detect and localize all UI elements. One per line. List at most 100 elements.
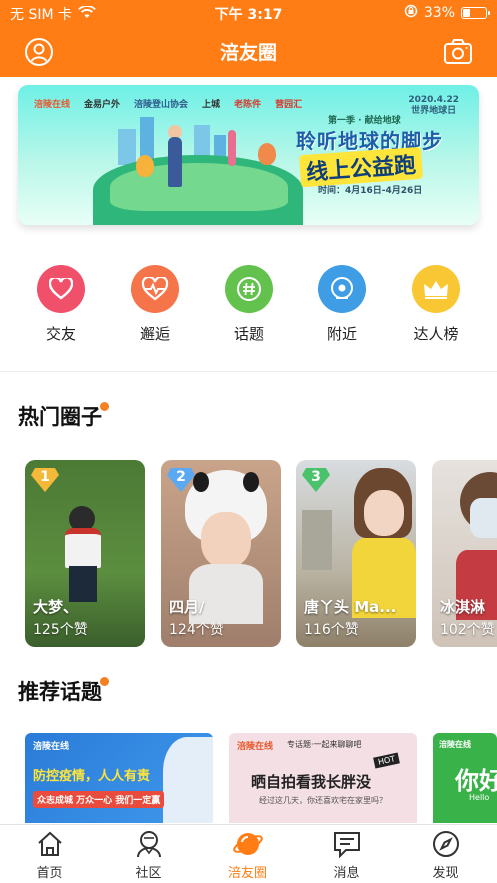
banner-date-line: 2020.4.22 bbox=[408, 95, 459, 105]
banner-date: 2020.4.22 世界地球日 bbox=[408, 95, 459, 117]
new-dot bbox=[98, 400, 111, 413]
tab-bar: 首页 社区 涪友圈 消息 发现 bbox=[0, 824, 497, 883]
rank-badge: 1 bbox=[29, 464, 61, 494]
category-label: 达人榜 bbox=[413, 325, 459, 343]
topic-card[interactable]: 涪陵在线 防控疫情，人人有责 众志成城 万众一心 我们一定赢 bbox=[25, 733, 213, 823]
sponsor-logo: 涪陵在线 bbox=[34, 100, 71, 110]
circle-likes: 125个赞 bbox=[33, 622, 88, 638]
section-divider bbox=[0, 371, 497, 372]
rotation-lock-icon bbox=[404, 4, 418, 22]
circle-card[interactable]: 3 唐丫头 Ma... 116个赞 bbox=[296, 460, 416, 647]
circle-likes: 124个赞 bbox=[169, 622, 224, 638]
circle-name: 四月/ bbox=[169, 598, 205, 616]
topic-headline: 你好 bbox=[455, 767, 497, 795]
topic-brand: 涪陵在线 bbox=[33, 742, 70, 752]
category-label: 邂逅 bbox=[139, 325, 170, 343]
circle-name: 冰淇淋 bbox=[440, 598, 486, 616]
tab-label: 发现 bbox=[432, 866, 459, 881]
category-huati[interactable]: 话题 bbox=[202, 265, 296, 344]
circle-likes: 116个赞 bbox=[304, 622, 359, 638]
runner-illustration bbox=[168, 137, 182, 187]
planet-icon bbox=[232, 829, 263, 859]
sponsor-logos: 涪陵在线 金易户外 涪陵登山协会 上城 老陈件 营园汇 bbox=[34, 97, 302, 110]
topic-subtitle: 经过这几天，你还喜欢宅在家里吗？ bbox=[259, 796, 387, 805]
topic-header: 专话题·一起来聊聊吧 bbox=[287, 740, 362, 749]
page-title: 涪友圈 bbox=[219, 42, 277, 64]
topics-title: 推荐话题 bbox=[18, 680, 102, 704]
topic-headline: 防控疫情，人人有责 bbox=[33, 769, 151, 784]
person-photo bbox=[201, 512, 251, 568]
rank-number: 3 bbox=[311, 469, 321, 485]
tab-discover[interactable]: 发现 bbox=[396, 829, 495, 881]
category-xiehou[interactable]: 邂逅 bbox=[108, 265, 202, 344]
tab-community[interactable]: 社区 bbox=[99, 829, 198, 881]
person-photo bbox=[243, 472, 259, 492]
tab-label: 涪友圈 bbox=[227, 866, 267, 881]
topic-brand: 涪陵在线 bbox=[439, 740, 471, 749]
person-photo bbox=[470, 498, 497, 538]
category-label: 附近 bbox=[326, 325, 357, 343]
category-row: 交友 邂逅 话题 附近 达人榜 bbox=[0, 265, 497, 345]
rank-badge: 3 bbox=[300, 464, 332, 494]
sponsor-logo: 金易户外 bbox=[84, 100, 121, 110]
sponsor-logo: 老陈件 bbox=[234, 100, 262, 110]
crown-icon bbox=[412, 265, 460, 313]
battery-level bbox=[463, 9, 470, 17]
banner-date-caption: 世界地球日 bbox=[411, 106, 457, 116]
heartbeat-icon bbox=[131, 265, 179, 313]
tab-fuyouquan[interactable]: 涪友圈 bbox=[198, 829, 297, 881]
battery-percent: 33% bbox=[423, 5, 455, 21]
topic-illustration bbox=[163, 737, 213, 823]
tree-illustration bbox=[258, 143, 276, 165]
topic-subtitle: Hello bbox=[469, 793, 490, 802]
nav-bar: 涪友圈 bbox=[0, 26, 497, 77]
tab-label: 首页 bbox=[36, 866, 63, 881]
topic-card[interactable]: 涪陵在线 你好 Hello bbox=[433, 733, 497, 823]
hashtag-icon bbox=[225, 265, 273, 313]
community-icon bbox=[134, 829, 164, 859]
circle-likes: 102个赞 bbox=[440, 622, 495, 638]
tab-label: 消息 bbox=[333, 866, 360, 881]
rank-number: 1 bbox=[40, 469, 50, 485]
plant-illustration bbox=[228, 130, 236, 166]
promo-banner[interactable]: 涪陵在线 金易户外 涪陵登山协会 上城 老陈件 营园汇 2020.4.22 世界… bbox=[18, 85, 479, 225]
category-fujin[interactable]: 附近 bbox=[295, 265, 389, 344]
status-bar: 无 SIM 卡 下午 3:17 33% bbox=[0, 0, 497, 26]
sponsor-logo: 涪陵登山协会 bbox=[134, 100, 189, 110]
category-darenbang[interactable]: 达人榜 bbox=[389, 265, 483, 344]
tab-messages[interactable]: 消息 bbox=[297, 829, 396, 881]
category-jiaoyou[interactable]: 交友 bbox=[14, 265, 108, 344]
camera-icon[interactable] bbox=[443, 37, 473, 67]
banner-time: 时间：4月16日-4月26日 bbox=[318, 186, 423, 196]
new-dot bbox=[98, 675, 111, 688]
building-illustration bbox=[118, 129, 136, 165]
circle-name: 唐丫头 Ma... bbox=[304, 598, 397, 616]
rank-number: 2 bbox=[176, 469, 186, 485]
person-photo bbox=[364, 490, 404, 536]
location-icon bbox=[318, 265, 366, 313]
rank-badge: 2 bbox=[165, 464, 197, 494]
circle-card[interactable]: 冰淇淋 102个赞 bbox=[432, 460, 497, 647]
category-label: 交友 bbox=[45, 325, 76, 343]
topic-card[interactable]: 涪陵在线 专话题·一起来聊聊吧 HOT 晒自拍看我长胖没 经过这几天，你还喜欢宅… bbox=[229, 733, 417, 823]
sponsor-logo: 上城 bbox=[202, 100, 221, 110]
topic-brand: 涪陵在线 bbox=[237, 742, 274, 752]
battery-icon bbox=[461, 7, 490, 19]
message-icon bbox=[332, 829, 362, 859]
person-photo bbox=[65, 528, 101, 568]
circle-name: 大梦、 bbox=[33, 598, 79, 616]
person-photo bbox=[302, 510, 332, 570]
circle-card[interactable]: 2 四月/ 124个赞 bbox=[161, 460, 281, 647]
hot-circles-title: 热门圈子 bbox=[18, 405, 102, 429]
heart-icon bbox=[37, 265, 85, 313]
tab-label: 社区 bbox=[135, 866, 162, 881]
tab-home[interactable]: 首页 bbox=[0, 829, 99, 881]
home-icon bbox=[35, 829, 65, 859]
hot-badge: HOT bbox=[372, 752, 400, 769]
compass-icon bbox=[431, 829, 461, 859]
category-label: 话题 bbox=[233, 325, 264, 343]
circle-card[interactable]: 1 大梦、 125个赞 bbox=[25, 460, 145, 647]
sponsor-logo: 营园汇 bbox=[275, 100, 303, 110]
tree-illustration bbox=[136, 155, 154, 177]
topic-headline: 晒自拍看我长胖没 bbox=[251, 773, 372, 791]
